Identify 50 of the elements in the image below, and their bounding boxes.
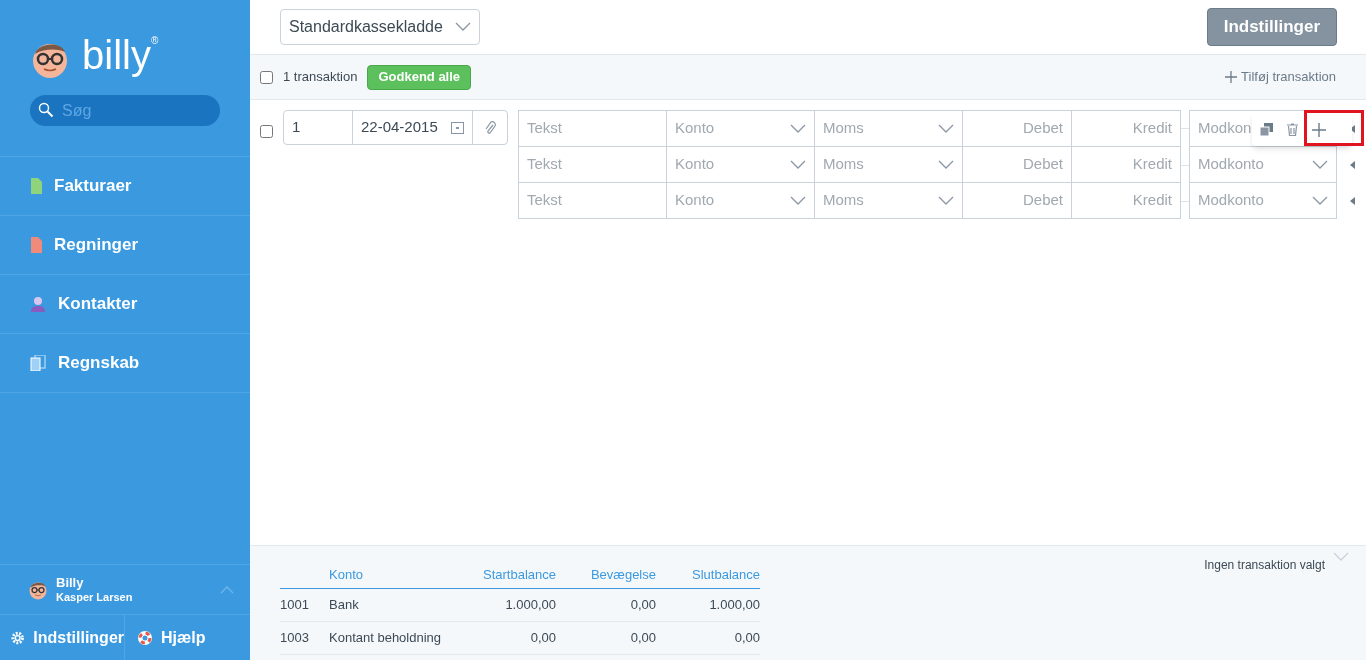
- registered-mark: ®: [150, 35, 159, 46]
- column-header: Bevægelse: [589, 566, 656, 585]
- transaction-count: 1 transaktion: [283, 68, 358, 87]
- add-transaction-link[interactable]: Tilføj transaktion: [1225, 67, 1336, 87]
- logo-text: billy: [82, 31, 151, 78]
- column-header: Konto: [329, 566, 364, 585]
- highlight-frame: [1304, 110, 1364, 146]
- trash-icon[interactable]: [1287, 123, 1298, 136]
- table-cell-text: 1001: [280, 596, 310, 615]
- search-field[interactable]: Søg: [30, 95, 220, 126]
- lifebuoy-icon: [137, 629, 153, 646]
- selection-status: Ingen transaktion valgt: [1204, 557, 1325, 574]
- number-field[interactable]: 1: [284, 111, 353, 144]
- table-cell-text: 0,00: [733, 629, 760, 648]
- calendar-icon[interactable]: [451, 121, 464, 134]
- table-cell-text: Kontant beholdning: [329, 629, 443, 648]
- plus-icon: [1225, 71, 1238, 83]
- contra-account-select[interactable]: Modkonto: [1190, 147, 1336, 182]
- table-cell-text: Bank: [329, 596, 360, 615]
- chevron-down-icon: [455, 22, 471, 32]
- journal-select[interactable]: Standardkassekladde: [280, 9, 480, 45]
- table-cell-text: 1.000,00: [504, 596, 556, 615]
- column-header: Slutbalance: [691, 566, 760, 585]
- search-icon: [38, 102, 54, 118]
- table-cell-text: 0,00: [629, 629, 656, 648]
- settings-link[interactable]: Indstillinger: [0, 615, 125, 660]
- caret-left-icon[interactable]: [1350, 124, 1355, 133]
- chevron-down-icon: [1312, 159, 1328, 170]
- checkbox[interactable]: [260, 125, 273, 138]
- settings-icon: [10, 629, 26, 646]
- table-cell-text: 1.000,00: [708, 596, 760, 615]
- contra-account-select[interactable]: Modkonto: [1190, 183, 1336, 218]
- column-header: Startbalance: [482, 566, 556, 585]
- table-cell-text: 1003: [280, 629, 310, 648]
- paperclip-icon[interactable]: [484, 119, 496, 136]
- user-name: Billy: [56, 574, 85, 591]
- chevron-down-icon: [1312, 195, 1328, 206]
- caret-left-icon[interactable]: [1350, 197, 1355, 205]
- organization-name: Kasper Larsen: [56, 590, 133, 605]
- help-link[interactable]: Hjælp: [125, 615, 206, 660]
- checkbox[interactable]: [260, 70, 273, 84]
- table-cell-text: 0,00: [629, 596, 656, 615]
- caret-left-icon[interactable]: [1350, 161, 1355, 169]
- settings-button[interactable]: Indstillinger: [1206, 8, 1337, 46]
- approve-all-button[interactable]: Godkend alle: [367, 64, 472, 90]
- chevron-down-icon: [1333, 552, 1349, 562]
- plus-icon[interactable]: [1312, 122, 1326, 137]
- date-field[interactable]: 22-04-2015: [353, 111, 473, 144]
- duplicate-icon[interactable]: [1260, 123, 1273, 136]
- table-cell-text: 0,00: [529, 629, 556, 648]
